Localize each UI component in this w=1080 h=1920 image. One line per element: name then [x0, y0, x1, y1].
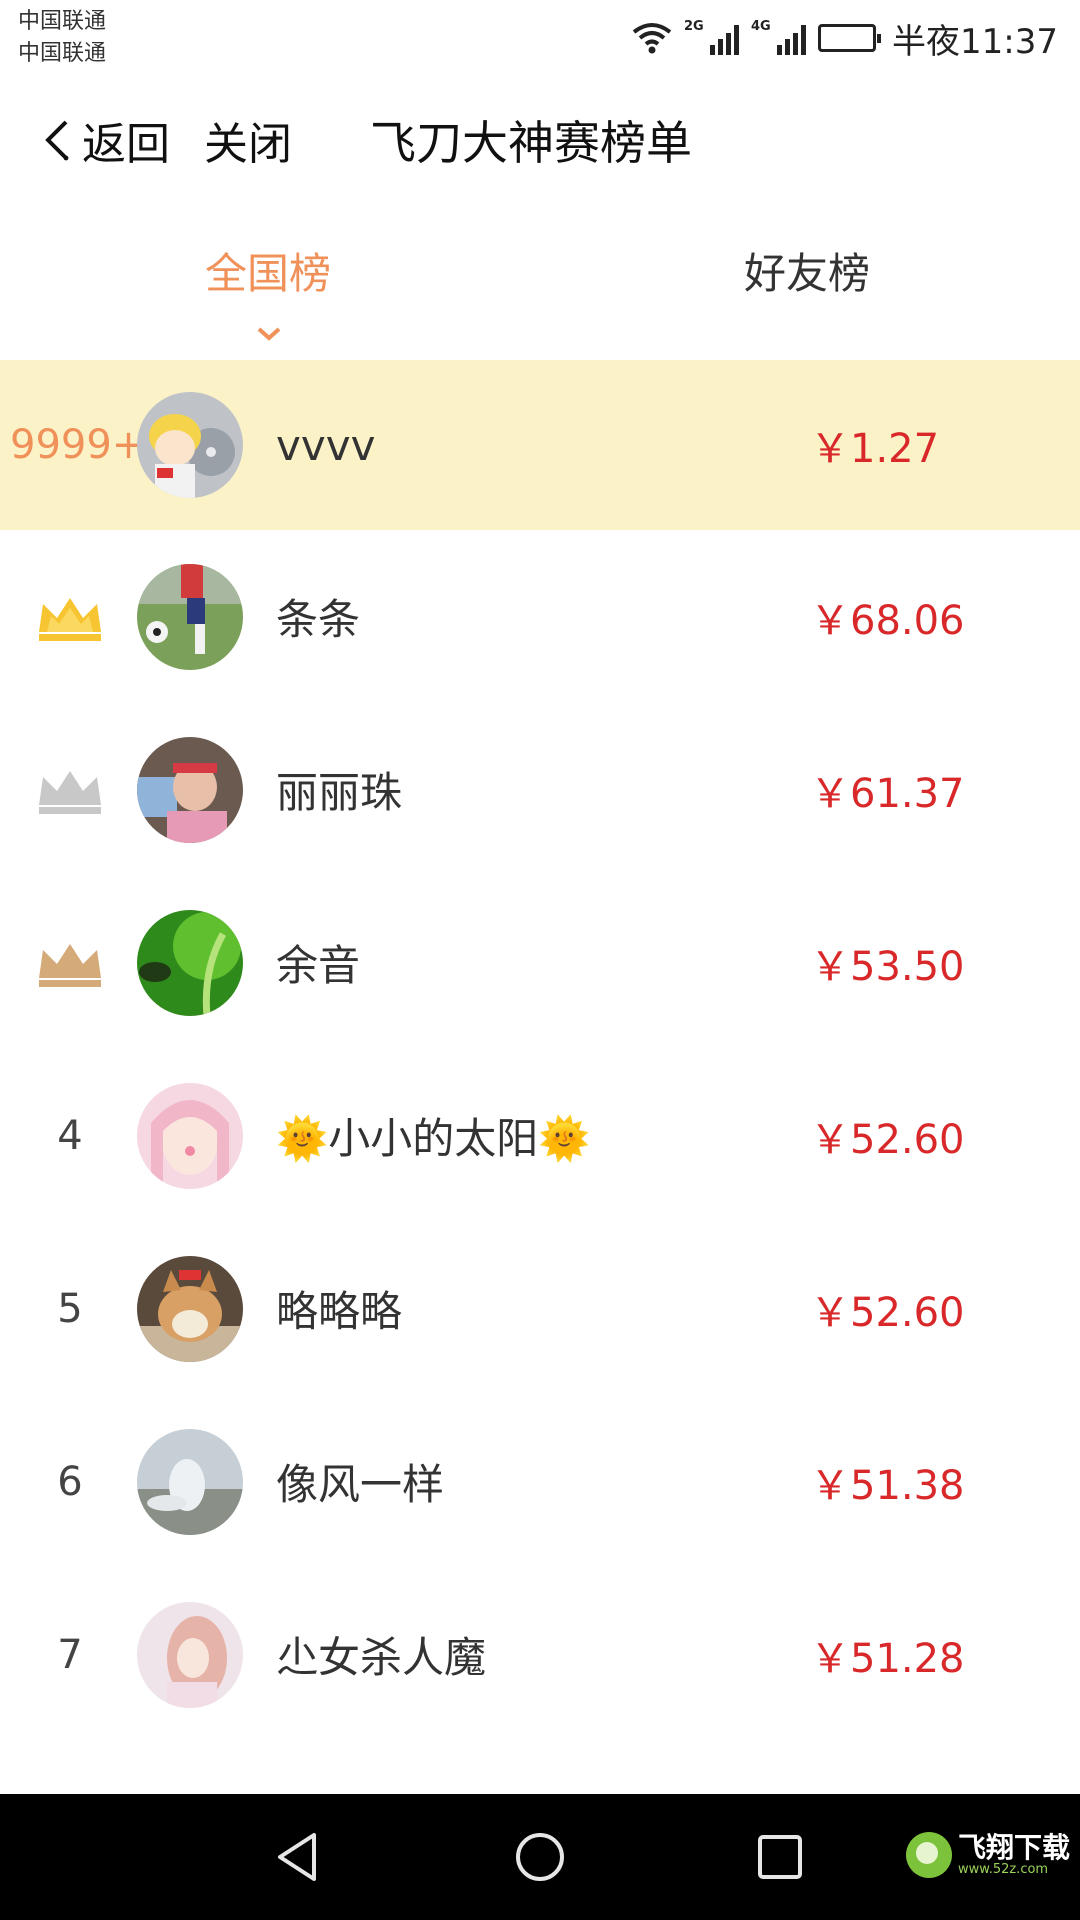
avatar[interactable] [137, 1255, 243, 1362]
net-label-2g: 2G [684, 19, 704, 34]
list-item[interactable]: 7 尐女杀人魔 ￥51.28 [0, 1568, 1080, 1741]
prize-amount: ￥1.27 [810, 426, 940, 472]
prize-amount: ￥52.60 [810, 1289, 965, 1336]
nav-home-icon[interactable] [510, 1827, 570, 1887]
leaderboard-screen: 中国联通 中国联通 2G 4G 半夜11:37 返回 关闭 飞刀大神赛榜单 全国… [0, 0, 1080, 1920]
prize-amount: ￥53.50 [810, 943, 965, 990]
signal-4g-icon: 4G [751, 19, 807, 55]
player-name: 🌞小小的太阳🌞 [276, 1114, 591, 1163]
close-button[interactable]: 关闭 [204, 108, 292, 172]
avatar[interactable] [137, 392, 243, 498]
list-item[interactable]: 余音 ￥53.50 [0, 876, 1080, 1049]
crown-bronze-icon [39, 943, 101, 987]
tab-friends[interactable]: 好友榜 [744, 240, 870, 301]
watermark-logo-icon [905, 1832, 952, 1878]
prize-amount: ￥52.60 [810, 1116, 965, 1163]
prize-amount: ￥51.28 [810, 1635, 965, 1682]
status-bar: 中国联通 中国联通 2G 4G 半夜11:37 [0, 0, 1080, 78]
list-item[interactable]: 丽丽珠 ￥61.37 [0, 703, 1080, 876]
back-label: 返回 [82, 119, 170, 170]
rank-number: 7 [57, 1631, 83, 1678]
list-item[interactable]: 6 像风一样 ￥51.38 [0, 1395, 1080, 1568]
avatar[interactable] [137, 909, 243, 1016]
list-item[interactable]: 4 🌞小小的太阳🌞 ￥52.60 [0, 1049, 1080, 1222]
system-nav-bar: 飞翔下载 www.52z.com [0, 1794, 1080, 1920]
avatar[interactable] [137, 1601, 243, 1708]
ranking-tabs: 全国榜 好友榜 [0, 220, 1080, 360]
player-name: 余音 [276, 941, 361, 990]
rank-number: 6 [57, 1458, 83, 1505]
avatar[interactable] [137, 1082, 243, 1189]
player-name: 略略略 [276, 1287, 403, 1336]
status-icons: 2G 4G 半夜11:37 [632, 10, 1058, 66]
prize-amount: ￥68.06 [810, 597, 965, 644]
crown-silver-icon [39, 770, 101, 814]
player-name: 尐女杀人魔 [276, 1633, 487, 1682]
watermark: 飞翔下载 www.52z.com [905, 1831, 1070, 1878]
watermark-text: 飞翔下载 [957, 1831, 1070, 1864]
player-name: 丽丽珠 [276, 768, 403, 817]
list-item[interactable]: 条条 ￥68.06 [0, 530, 1080, 703]
title-bar: 返回 关闭 飞刀大神赛榜单 [0, 90, 1080, 190]
rank-badge [0, 876, 140, 1049]
signal-2g-icon: 2G [684, 19, 740, 55]
prize-amount: ￥51.38 [810, 1462, 965, 1509]
watermark-url: www.52z.com [957, 1862, 1049, 1877]
player-name: vvvv [276, 420, 376, 470]
rank-number: 5 [57, 1285, 83, 1332]
page-title: 飞刀大神赛榜单 [370, 116, 692, 170]
rank-number: 9999+ [10, 422, 146, 468]
net-label-4g: 4G [751, 19, 771, 34]
rank-badge [0, 530, 140, 703]
player-name: 条条 [276, 595, 361, 644]
ranking-list: 9999+ vvvv ￥1.27 条条 ￥68.06 丽丽珠 ￥61.37 余音… [0, 360, 1080, 1741]
nav-recent-icon[interactable] [750, 1827, 810, 1887]
crown-gold-icon [39, 597, 101, 641]
avatar[interactable] [137, 736, 243, 843]
rank-badge [0, 703, 140, 876]
tab-national[interactable]: 全国榜 [205, 240, 331, 301]
nav-back-icon[interactable] [270, 1827, 330, 1887]
prize-amount: ￥61.37 [810, 770, 965, 817]
carrier-info: 中国联通 中国联通 [18, 6, 106, 70]
avatar[interactable] [137, 563, 243, 670]
back-button[interactable]: 返回 [40, 108, 170, 172]
rank-number: 4 [57, 1112, 83, 1159]
clock: 半夜11:37 [892, 21, 1058, 62]
avatar[interactable] [137, 1428, 243, 1535]
chevron-left-icon [45, 120, 69, 161]
wifi-icon [632, 22, 672, 54]
player-name: 像风一样 [276, 1460, 445, 1509]
my-rank-row[interactable]: 9999+ vvvv ￥1.27 [0, 360, 1080, 530]
list-item[interactable]: 5 略略略 ￥52.60 [0, 1222, 1080, 1395]
carrier-1: 中国联通 [18, 9, 107, 34]
carrier-2: 中国联通 [18, 41, 107, 66]
battery-icon [818, 24, 882, 52]
chevron-down-icon [257, 327, 281, 341]
